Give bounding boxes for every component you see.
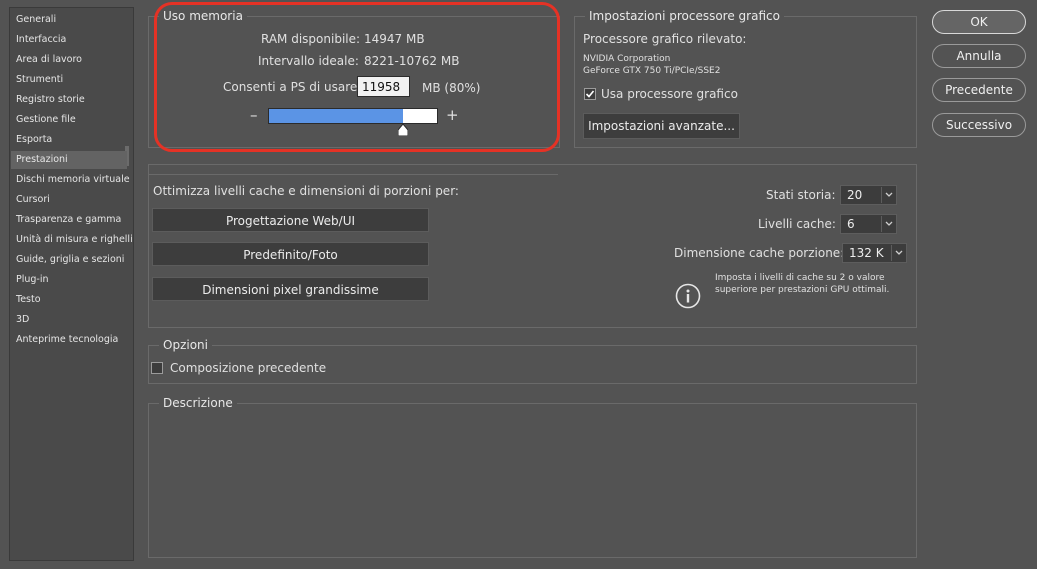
use-gpu-checkbox[interactable]	[584, 88, 596, 100]
sidebar-item[interactable]: Anteprime tecnologia	[11, 331, 127, 349]
memory-slider-fill	[269, 109, 404, 123]
memory-usage-title: Uso memoria	[159, 8, 247, 24]
memory-percent-label: MB (80%)	[422, 81, 481, 95]
options-title: Opzioni	[159, 337, 212, 353]
allow-ps-label: Consenti a PS di usare:	[223, 80, 362, 94]
info-text-line1: Imposta i livelli di cache su 2 o valore	[715, 273, 885, 283]
history-states-select[interactable]: 20	[840, 185, 897, 205]
sidebar-item[interactable]: Trasparenza e gamma	[11, 211, 127, 229]
gpu-model: GeForce GTX 750 Ti/PCIe/SSE2	[583, 66, 721, 76]
description-title: Descrizione	[159, 395, 237, 411]
cache-levels-value: 6	[847, 217, 855, 231]
gpu-detected-label: Processore grafico rilevato:	[583, 32, 747, 46]
sidebar-item[interactable]: Unità di misura e righelli	[11, 231, 133, 249]
decrease-icon[interactable]: –	[250, 107, 258, 123]
slider-handle-icon[interactable]	[398, 124, 409, 136]
ideal-range-value: 8221-10762 MB	[364, 54, 460, 68]
cache-divider	[148, 174, 558, 175]
cache-levels-label: Livelli cache:	[758, 217, 836, 231]
memory-amount-input[interactable]	[357, 76, 410, 97]
history-states-value: 20	[847, 188, 863, 202]
increase-icon[interactable]: +	[446, 107, 459, 123]
gpu-settings-title: Impostazioni processore grafico	[585, 8, 784, 24]
sidebar-item[interactable]: Registro storie	[11, 91, 127, 109]
ideal-range-label: Intervallo ideale:	[258, 54, 359, 68]
sidebar-item[interactable]: Gestione file	[11, 111, 127, 129]
cache-levels-select[interactable]: 6	[840, 214, 897, 234]
description-group: Descrizione	[148, 395, 917, 558]
history-states-label: Stati storia:	[766, 188, 836, 202]
preset-default-button[interactable]: Predefinito/Foto	[152, 242, 429, 266]
ok-button[interactable]: OK	[932, 10, 1026, 34]
cancel-button[interactable]: Annulla	[932, 44, 1026, 68]
sidebar-item[interactable]: Interfaccia	[11, 31, 127, 49]
sidebar-item[interactable]: Esporta	[11, 131, 127, 149]
advanced-settings-button[interactable]: Impostazioni avanzate...	[583, 113, 740, 139]
legacy-compositing-label: Composizione precedente	[170, 361, 327, 375]
preset-web-button[interactable]: Progettazione Web/UI	[152, 208, 429, 232]
tile-size-value: 132 K	[849, 246, 884, 260]
ram-available-value: 14947 MB	[364, 32, 425, 46]
sidebar-item[interactable]: Cursori	[11, 191, 127, 209]
sidebar-item[interactable]: Strumenti	[11, 71, 127, 89]
next-button[interactable]: Successivo	[932, 113, 1026, 137]
info-icon	[675, 283, 701, 309]
sidebar-item[interactable]: Dischi memoria virtuale	[11, 171, 130, 189]
memory-slider[interactable]	[268, 108, 438, 124]
preferences-sidebar: Generali Interfaccia Area di lavoro Strumen…	[9, 7, 134, 561]
previous-button[interactable]: Precedente	[932, 78, 1026, 102]
sidebar-item[interactable]: Generali	[11, 11, 127, 29]
sidebar-item[interactable]: 3D	[11, 311, 127, 329]
ram-available-label: RAM disponibile:	[261, 32, 361, 46]
sidebar-item[interactable]: Testo	[11, 291, 127, 309]
legacy-compositing-checkbox[interactable]	[151, 362, 163, 374]
chevron-down-icon	[891, 245, 905, 261]
sidebar-item[interactable]: Prestazioni	[11, 151, 127, 169]
sidebar-item[interactable]: Plug-in	[11, 271, 127, 289]
chevron-down-icon	[881, 216, 895, 232]
checkmark-icon	[585, 90, 595, 98]
sidebar-item[interactable]: Area di lavoro	[11, 51, 127, 69]
info-text-line2: superiore per prestazioni GPU ottimali.	[715, 285, 890, 295]
tile-size-label: Dimensione cache porzione:	[674, 246, 845, 260]
tile-size-select[interactable]: 132 K	[842, 243, 907, 263]
chevron-down-icon	[881, 187, 895, 203]
gpu-vendor: NVIDIA Corporation	[583, 54, 671, 64]
use-gpu-label: Usa processore grafico	[601, 87, 738, 101]
sidebar-item[interactable]: Guide, griglia e sezioni	[11, 251, 127, 269]
optimize-label: Ottimizza livelli cache e dimensioni di …	[153, 184, 459, 198]
preset-huge-button[interactable]: Dimensioni pixel grandissime	[152, 277, 429, 301]
